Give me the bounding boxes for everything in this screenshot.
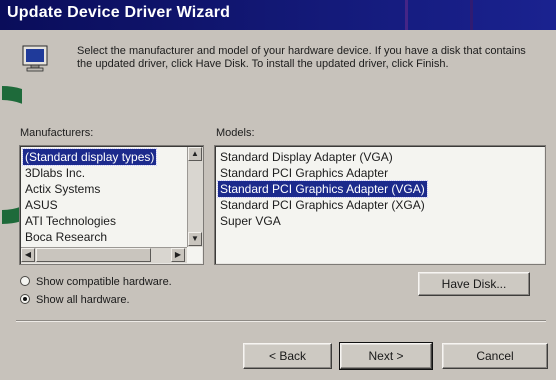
show-all-label: Show all hardware.	[36, 294, 130, 306]
window-title: Update Device Driver Wizard	[7, 4, 231, 21]
back-button[interactable]: < Back	[243, 343, 332, 369]
manufacturers-label: Manufacturers:	[20, 127, 94, 139]
show-all-option[interactable]: Show all hardware.	[20, 292, 130, 308]
model-item[interactable]: Standard PCI Graphics Adapter (VGA)	[217, 180, 428, 198]
manufacturers-vertical-scrollbar[interactable]: ▲ ▼	[187, 147, 203, 247]
intro-text: Select the manufacturer and model of you…	[77, 45, 526, 70]
models-listbox[interactable]: Standard Display Adapter (VGA) Standard …	[214, 145, 546, 265]
show-compatible-label: Show compatible hardware.	[36, 276, 172, 288]
model-item[interactable]: Standard PCI Graphics Adapter (XGA)	[218, 197, 427, 213]
manufacturers-listbox[interactable]: (Standard display types) 3Dlabs Inc. Act…	[19, 145, 204, 265]
manufacturer-item[interactable]: (Standard display types)	[21, 148, 158, 166]
manufacturer-item[interactable]: Actix Systems	[23, 181, 102, 197]
manufacturer-item[interactable]: ASUS	[23, 197, 60, 213]
divider	[16, 320, 546, 322]
models-label: Models:	[216, 127, 255, 139]
manufacturers-horizontal-scrollbar[interactable]: ◀ ▶	[21, 247, 187, 263]
title-bar[interactable]: Update Device Driver Wizard	[0, 0, 556, 30]
next-button[interactable]: Next >	[339, 342, 433, 370]
scroll-left-icon[interactable]: ◀	[21, 248, 35, 262]
scroll-up-icon[interactable]: ▲	[188, 147, 202, 161]
manufacturer-item[interactable]: 3Dlabs Inc.	[23, 165, 87, 181]
radio-button[interactable]	[20, 294, 30, 304]
model-item[interactable]: Standard PCI Graphics Adapter	[218, 165, 390, 181]
radio-button[interactable]	[20, 276, 30, 286]
title-bar-artifact	[470, 0, 473, 30]
manufacturer-item[interactable]: ATI Technologies	[23, 213, 118, 229]
cancel-button[interactable]: Cancel	[442, 343, 548, 369]
model-item[interactable]: Standard Display Adapter (VGA)	[218, 149, 395, 165]
manufacturer-item[interactable]: Boca Research	[23, 229, 109, 245]
have-disk-button[interactable]: Have Disk...	[418, 272, 530, 296]
title-bar-artifact	[405, 0, 408, 30]
model-item[interactable]: Super VGA	[218, 213, 283, 229]
scroll-thumb[interactable]	[36, 248, 151, 262]
scroll-right-icon[interactable]: ▶	[171, 248, 185, 262]
show-compatible-option[interactable]: Show compatible hardware.	[20, 274, 172, 290]
monitor-icon	[22, 45, 48, 72]
scroll-down-icon[interactable]: ▼	[188, 232, 202, 246]
